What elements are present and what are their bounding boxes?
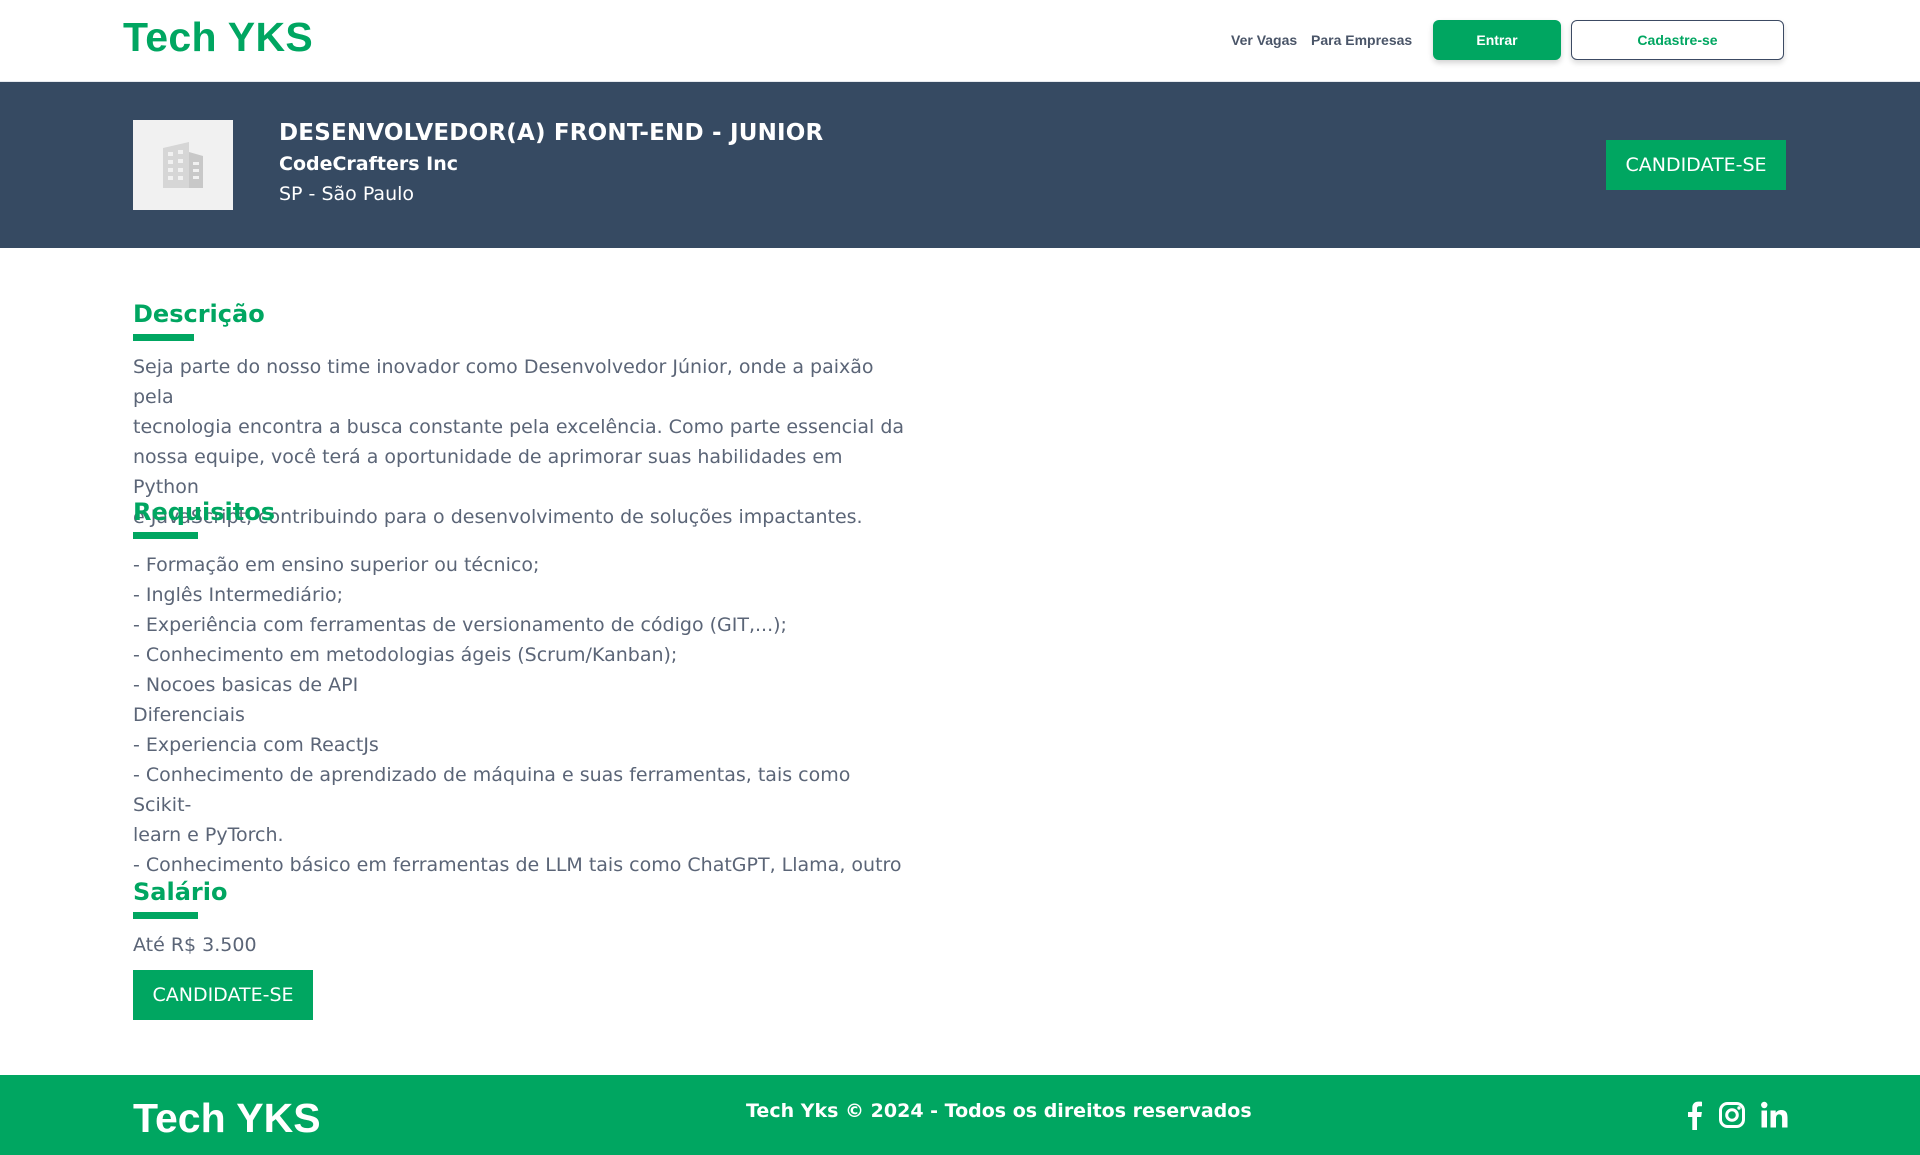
instagram-icon[interactable] xyxy=(1715,1098,1749,1132)
salary-heading: Salário xyxy=(133,878,228,906)
signup-button[interactable]: Cadastre-se xyxy=(1571,20,1784,60)
requirements-underline xyxy=(133,532,198,539)
list-item: - Conhecimento em metodologias ágeis (Sc… xyxy=(133,644,678,666)
description-underline xyxy=(133,334,194,341)
list-item: Diferenciais xyxy=(133,704,245,726)
top-navbar: Tech YKS Ver Vagas Para Empresas Entrar … xyxy=(0,0,1920,82)
list-item: learn e PyTorch. xyxy=(133,824,284,846)
copyright-text: Tech Yks © 2024 - Todos os direitos rese… xyxy=(746,1100,1252,1122)
description-line: tecnologia encontra a busca constante pe… xyxy=(133,416,905,438)
salary-value: Até R$ 3.500 xyxy=(133,934,257,956)
list-item: - Conhecimento de aprendizado de máquina… xyxy=(133,764,851,816)
requirements-list: - Formação em ensino superior ou técnico… xyxy=(133,550,913,880)
login-button[interactable]: Entrar xyxy=(1433,20,1561,60)
list-item: - Experiencia com ReactJs xyxy=(133,734,379,756)
description-line: Seja parte do nosso time inovador como D… xyxy=(133,356,874,408)
job-header: DESENVOLVEDOR(A) FRONT-END - JUNIOR Code… xyxy=(0,82,1920,248)
footer: Tech YKS Tech Yks © 2024 - Todos os dire… xyxy=(0,1075,1920,1155)
requirements-heading: Requisitos xyxy=(133,498,276,526)
footer-brand: Tech YKS xyxy=(133,1095,321,1141)
job-title: DESENVOLVEDOR(A) FRONT-END - JUNIOR xyxy=(279,120,824,146)
nav-para-empresas[interactable]: Para Empresas xyxy=(1311,32,1412,48)
company-logo xyxy=(133,120,233,210)
facebook-icon[interactable] xyxy=(1677,1098,1711,1132)
salary-underline xyxy=(133,912,198,919)
list-item: - Inglês Intermediário; xyxy=(133,584,344,606)
company-name: CodeCrafters Inc xyxy=(279,153,459,175)
list-item: - Nocoes basicas de API xyxy=(133,674,359,696)
list-item: - Conhecimento básico em ferramentas de … xyxy=(133,854,902,876)
nav-ver-vagas[interactable]: Ver Vagas xyxy=(1231,32,1297,48)
building-icon xyxy=(163,142,203,188)
description-line: nossa equipe, você terá a oportunidade d… xyxy=(133,446,843,498)
list-item: - Experiência com ferramentas de version… xyxy=(133,614,787,636)
apply-button-bottom[interactable]: CANDIDATE-SE xyxy=(133,970,313,1020)
apply-button-top[interactable]: CANDIDATE-SE xyxy=(1606,140,1786,190)
description-heading: Descrição xyxy=(133,300,265,328)
list-item: - Formação em ensino superior ou técnico… xyxy=(133,554,540,576)
job-location: SP - São Paulo xyxy=(279,183,415,205)
brand-logo[interactable]: Tech YKS xyxy=(123,14,313,61)
linkedin-icon[interactable] xyxy=(1757,1098,1791,1132)
